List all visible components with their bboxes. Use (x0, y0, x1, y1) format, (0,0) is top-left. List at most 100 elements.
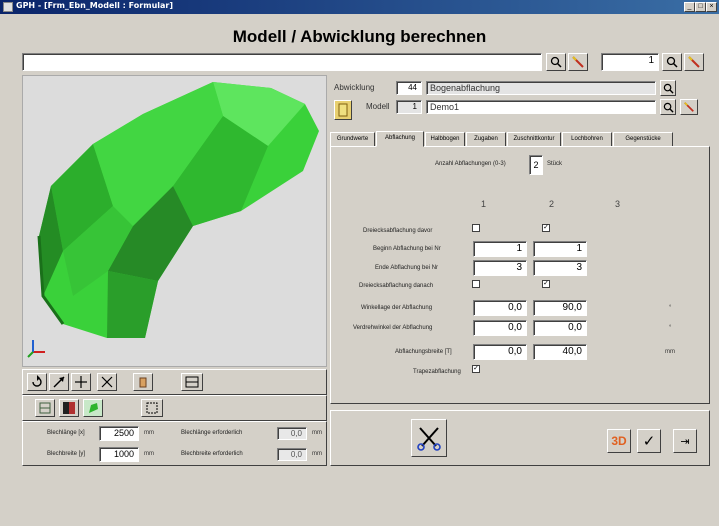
grid-button[interactable] (181, 373, 203, 391)
hand-button[interactable] (133, 373, 153, 391)
modell-wand-button[interactable] (680, 99, 698, 115)
dreieck-davor-label: Dreiecksabflachung davor (363, 228, 433, 234)
axis-gizmo-icon (27, 340, 45, 358)
app-icon (3, 2, 13, 12)
folder-button[interactable] (334, 100, 352, 120)
exit-button[interactable]: ⇥ (673, 429, 697, 453)
blechlaenge-input[interactable]: 2500 (99, 426, 139, 441)
record-number-input[interactable]: 1 (601, 53, 659, 71)
grid-icon (185, 376, 199, 388)
blechbreite-label: Blechbreite [y] (47, 451, 86, 457)
move-icon (75, 376, 87, 388)
wireframe-icon (39, 402, 51, 414)
breite-input-1[interactable]: 0,0 (473, 344, 527, 360)
dreieck-danach-checkbox-2[interactable]: ✓ (542, 280, 550, 288)
zoom-button[interactable] (49, 373, 69, 391)
tab-zugaben[interactable]: Zugaben (466, 132, 506, 146)
tab-lochbohren[interactable]: Lochbohren (562, 132, 612, 146)
blechlaenge-label: Blechlänge [x] (47, 430, 85, 436)
abwicklung-name[interactable]: Bogenabflachung (426, 81, 656, 95)
abwicklung-id[interactable]: 44 (396, 81, 422, 95)
close-button[interactable]: × (706, 2, 717, 12)
ok-button[interactable]: ✓ (637, 429, 661, 453)
search-icon (663, 102, 674, 113)
search-number-button[interactable] (662, 53, 682, 71)
beginn-input-1[interactable]: 1 (473, 241, 527, 257)
verdrehwinkel-input-2[interactable]: 0,0 (533, 320, 587, 336)
sheet-size-panel: Blechlänge [x] 2500 mm Blechlänge erford… (22, 421, 327, 466)
3d-button[interactable]: 3D (607, 429, 631, 453)
breite-label: Abflachungsbreite [T] (395, 349, 452, 355)
solid-shape-icon (89, 403, 98, 413)
laenge-erforderlich-value: 0,0 (277, 427, 307, 440)
modell-search-button[interactable] (660, 99, 676, 115)
wand-number-button[interactable] (684, 53, 704, 71)
abwicklung-label: Abwicklung (334, 83, 375, 92)
cut-button[interactable] (411, 419, 447, 457)
unfold-button[interactable] (141, 399, 163, 417)
modell-label: Modell (366, 102, 390, 111)
breite-erforderlich-label: Blechbreite erforderlich (181, 451, 243, 457)
fit-view-button[interactable] (97, 373, 117, 391)
dreieck-davor-checkbox-1[interactable] (472, 224, 480, 232)
modell-id: 1 (396, 100, 422, 114)
blechlaenge-unit: mm (144, 430, 154, 436)
blechbreite-input[interactable]: 1000 (99, 447, 139, 462)
winkellage-input-1[interactable]: 0,0 (473, 300, 527, 316)
tab-panel-abflachung: Anzahl Abflachungen (0-3) 2 Stück 1 2 3 … (330, 146, 710, 404)
fit-icon (101, 376, 113, 388)
tab-abflachung[interactable]: Abflachung (376, 131, 424, 147)
model-viewport[interactable] (22, 75, 327, 367)
dreieck-danach-label: Dreiecksabflachung danach (359, 283, 434, 289)
verdrehwinkel-unit: ° (669, 325, 672, 331)
breite-erforderlich-value: 0,0 (277, 448, 307, 461)
anzahl-input[interactable]: 2 (529, 155, 543, 175)
col-header-2: 2 (549, 199, 555, 209)
tab-halbbogen[interactable]: Halbbogen (425, 132, 465, 146)
verdrehwinkel-input-1[interactable]: 0,0 (473, 320, 527, 336)
wand-button[interactable] (568, 53, 588, 71)
winkellage-unit: ° (669, 305, 672, 311)
col-header-3: 3 (615, 199, 621, 209)
abwicklung-search-button[interactable] (660, 80, 676, 96)
action-bar: 3D ✓ ⇥ (330, 410, 710, 466)
dreieck-davor-checkbox-2[interactable]: ✓ (542, 224, 550, 232)
tab-grundwerte[interactable]: Grundwerte (330, 132, 375, 146)
render-toolbar (22, 395, 327, 421)
page-title: Modell / Abwicklung berechnen (232, 27, 487, 46)
search-button[interactable] (546, 53, 566, 71)
solid-button[interactable] (83, 399, 103, 417)
anzahl-unit: Stück (547, 161, 563, 167)
ende-input-1[interactable]: 3 (473, 260, 527, 276)
minimize-button[interactable]: _ (684, 2, 695, 12)
ende-input-2[interactable]: 3 (533, 260, 587, 276)
verdrehwinkel-label: Verdrehwinkel der Abflachung (353, 325, 433, 331)
trapez-checkbox-1[interactable]: ✓ (472, 365, 480, 373)
maximize-button[interactable]: □ (695, 2, 706, 12)
winkellage-input-2[interactable]: 90,0 (533, 300, 587, 316)
zoom-icon (53, 376, 65, 388)
wand-icon (688, 56, 700, 68)
dreieck-danach-checkbox-1[interactable] (472, 280, 480, 288)
blechbreite-unit: mm (144, 451, 154, 457)
col-header-1: 1 (481, 199, 487, 209)
search-input[interactable] (22, 53, 542, 71)
sheet-icon (338, 103, 348, 117)
wand-icon (572, 56, 584, 68)
texture-button[interactable] (59, 399, 79, 417)
tab-gegenstuecke[interactable]: Gegenstücke (613, 132, 673, 146)
model-3d-view (37, 82, 319, 338)
rotate-button[interactable] (27, 373, 47, 391)
modell-name[interactable]: Demo1 (426, 100, 656, 114)
scissors-icon (417, 427, 441, 451)
trapez-label: Trapezabflachung (413, 369, 461, 375)
breite-input-2[interactable]: 40,0 (533, 344, 587, 360)
beginn-input-2[interactable]: 1 (533, 241, 587, 257)
pan-button[interactable] (71, 373, 91, 391)
breite-unit: mm (665, 349, 675, 355)
texture-icon (63, 402, 75, 414)
hand-icon (139, 377, 147, 388)
record-info: Abwicklung 44 Bogenabflachung Modell 1 D… (330, 78, 710, 124)
tab-zuschnittkontur[interactable]: Zuschnittkontur (507, 132, 561, 146)
wireframe-button[interactable] (35, 399, 55, 417)
